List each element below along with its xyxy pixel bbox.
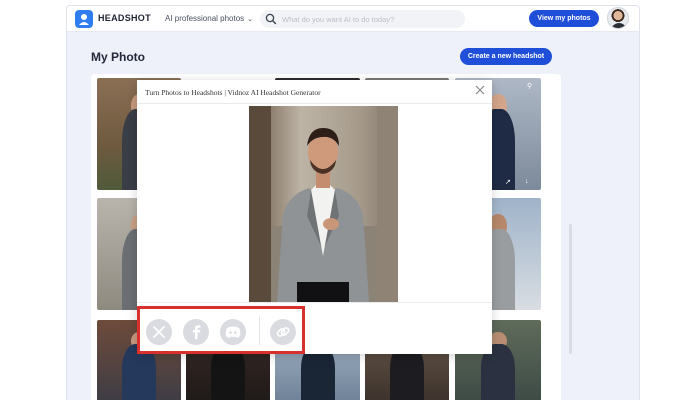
- share-options-highlight: [137, 306, 305, 354]
- discord-icon: [225, 326, 241, 338]
- modal-content-divider: [137, 302, 492, 303]
- modal-divider: [137, 103, 492, 104]
- share-divider: [259, 317, 260, 345]
- discord-share-button[interactable]: [220, 319, 246, 345]
- facebook-share-button[interactable]: [183, 319, 209, 345]
- close-icon[interactable]: [474, 84, 486, 96]
- copy-link-button[interactable]: [270, 319, 296, 345]
- facebook-icon: [192, 325, 201, 339]
- x-icon: [153, 326, 165, 338]
- x-share-button[interactable]: [146, 319, 172, 345]
- link-icon: [276, 327, 290, 337]
- headshot-preview-image: [249, 106, 398, 302]
- modal-title: Turn Photos to Headshots | Vidnoz AI Hea…: [145, 88, 321, 97]
